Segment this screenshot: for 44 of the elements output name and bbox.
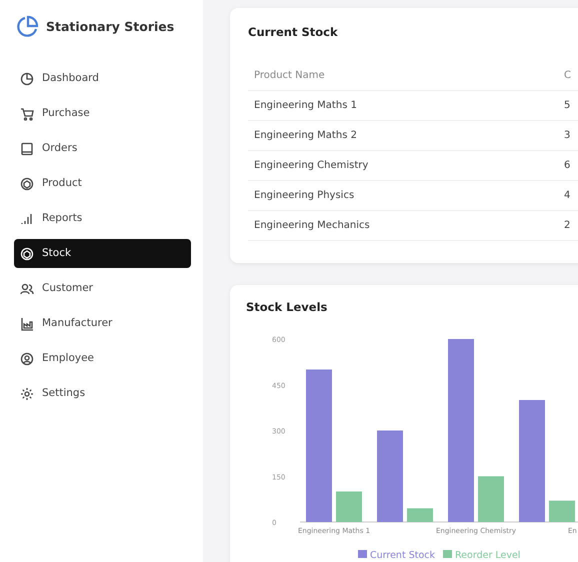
sidebar-item[interactable]: Manufacturer (14, 309, 191, 338)
table-cell: Engineering Mechanics (248, 211, 558, 242)
sidebar-item[interactable]: Customer (14, 274, 191, 303)
gear-icon (20, 386, 34, 400)
table-cell: 6 (558, 151, 578, 182)
legend-swatch (443, 550, 452, 558)
box-icon (20, 246, 34, 260)
box-icon (20, 176, 34, 190)
table-cell: 5 (558, 91, 578, 122)
factory-icon (20, 316, 34, 330)
sidebar-item[interactable]: Employee (14, 344, 191, 373)
table-cell: Engineering Maths 2 (248, 121, 558, 152)
sidebar-item[interactable]: Orders (14, 134, 191, 163)
bar (549, 500, 575, 522)
table-cell: 2 (558, 211, 578, 242)
table-cell: Engineering Physics (248, 181, 558, 212)
brand-title: Stationary Stories (46, 18, 174, 36)
logo-icon (14, 14, 40, 40)
legend-swatch (358, 550, 367, 558)
user-circle-icon (20, 352, 34, 366)
bar (336, 491, 362, 522)
table-cell: 4 (558, 181, 578, 212)
column-header: C (558, 61, 578, 92)
card-title: Current Stock (248, 24, 339, 41)
tablet-icon (20, 142, 34, 156)
table-cell: 3 (558, 121, 578, 152)
pie-chart-icon (20, 72, 34, 86)
sidebar-item[interactable]: Stock (14, 239, 191, 268)
sidebar-item[interactable]: Settings (14, 379, 191, 408)
legend-label: Current Stock (370, 550, 435, 560)
sidebar-item[interactable]: Reports (14, 204, 191, 233)
bar-chart-icon (20, 212, 34, 226)
sidebar-item[interactable]: Dashboard (14, 64, 191, 93)
column-header: Product Name (248, 61, 558, 92)
table-cell: Engineering Maths 1 (248, 91, 558, 122)
sidebar-item[interactable]: Purchase (14, 99, 191, 128)
bar (407, 508, 433, 522)
users-icon (20, 282, 34, 296)
bar (478, 476, 504, 522)
sidebar-item[interactable]: Product (14, 169, 191, 198)
legend-label: Reorder Level (455, 550, 520, 560)
chart-title: Stock Levels (246, 299, 328, 316)
cart-icon (20, 106, 34, 120)
table-cell: Engineering Chemistry (248, 151, 558, 182)
